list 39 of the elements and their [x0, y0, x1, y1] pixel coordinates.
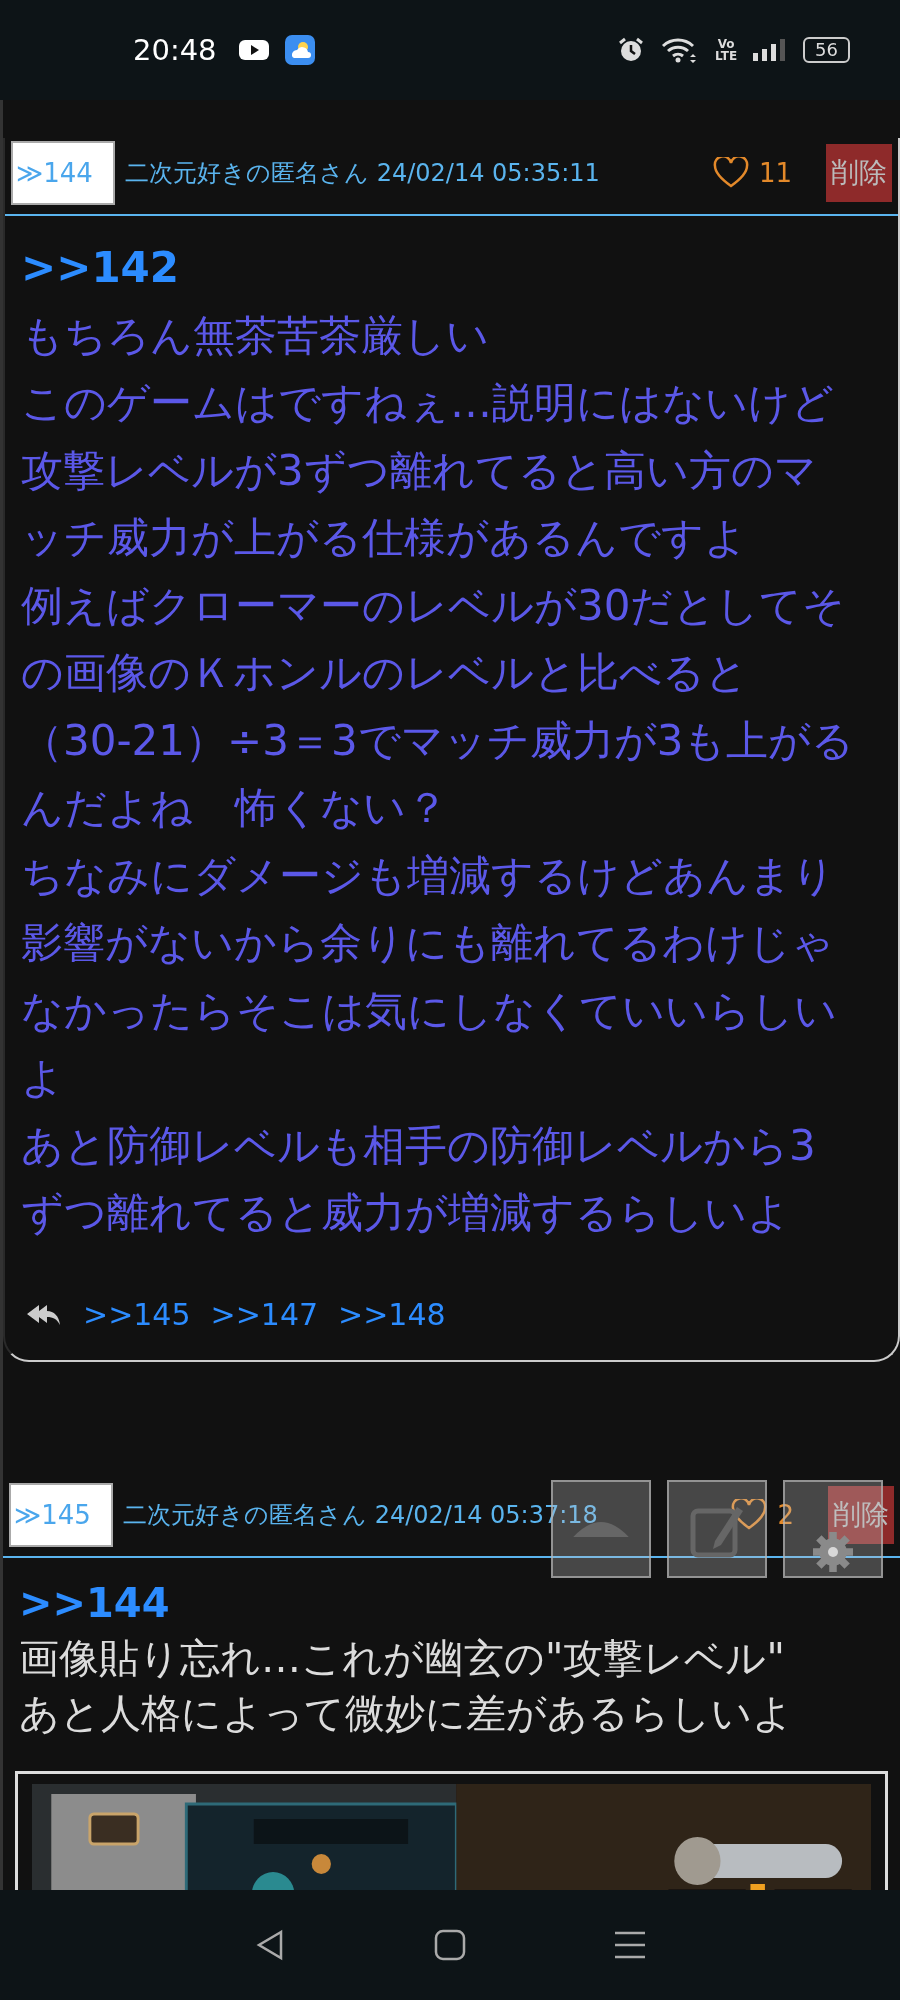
menu-icon[interactable]	[612, 1930, 647, 1960]
heart-icon[interactable]	[712, 157, 749, 189]
post-text-line: あと防御レベルも相手の防御レベルから3	[21, 1119, 817, 1172]
home-icon[interactable]	[434, 1929, 466, 1961]
quote-link[interactable]: >>144	[19, 1575, 884, 1631]
like-count: 2	[777, 1499, 794, 1530]
network-type-label: Vo LTE	[715, 38, 738, 62]
post-text-line: ちなみにダメージも増減するけどあんまり	[21, 849, 836, 902]
settings-icon	[813, 1532, 853, 1572]
post-text-line: （30-21）÷3＝3でマッチ威力が3も上がる	[21, 714, 856, 767]
post-text-line: の画像のＫホンルのレベルと比べると	[21, 647, 749, 699]
reply-link[interactable]: >>147	[210, 1296, 319, 1332]
reply-link[interactable]: >>148	[338, 1296, 446, 1332]
delete-button[interactable]: 削除	[826, 144, 892, 202]
reply-link[interactable]: >>145	[83, 1296, 191, 1332]
signal-icon	[753, 39, 788, 61]
clock-time: 20:48	[133, 33, 217, 67]
post-text-line: ずつ離れてると威力が増減するらしいよ	[21, 1187, 791, 1239]
quote-link[interactable]: >>142	[21, 234, 882, 302]
post-author-date: 二次元好きの匿名さん 24/02/14 05:35:11	[125, 158, 600, 189]
post-text-line: もちろん無茶苦茶厳しい	[21, 309, 490, 362]
like-count: 11	[758, 158, 792, 188]
post-text-line: このゲームはですねぇ…説明にはないけど	[21, 377, 835, 429]
post-text-line: 画像貼り忘れ…これが幽玄の"攻撃レベル"	[19, 1633, 786, 1683]
video-app-icon	[238, 39, 269, 61]
heart-icon[interactable]	[731, 1498, 768, 1531]
post-text-line: ッチ威力が上がる仕様があるんですよ	[21, 512, 748, 564]
alarm-icon	[617, 36, 646, 64]
post-text-line: 影響がないから余りにも離れてるわけじゃ	[21, 917, 835, 969]
up-triangle-icon	[573, 1521, 629, 1537]
post-text-line: よ	[21, 1052, 65, 1104]
weather-app-icon	[284, 35, 315, 65]
post-text-line: 攻撃レベルが3ずつ離れてると高い方のマ	[21, 444, 818, 497]
post-text-line: んだよね 怖くない？	[21, 782, 449, 834]
post-text-line: あと人格によって微妙に差があるらしいよ	[19, 1688, 794, 1738]
post-text-line: 例えばクローマーのレベルが30だとしてそ	[21, 579, 847, 632]
battery-indicator: 56	[803, 37, 850, 63]
post-text-line: なかったらそこは気にしなくていいらしい	[21, 984, 838, 1037]
edit-button[interactable]	[667, 1480, 767, 1578]
